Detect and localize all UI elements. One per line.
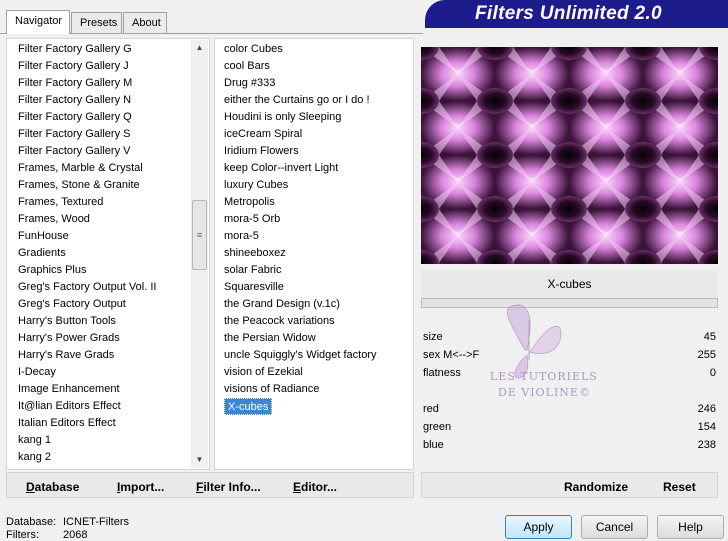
filter-item[interactable]: the Peacock variations: [224, 313, 335, 330]
filter-item[interactable]: X-cubes: [224, 398, 273, 415]
filters-count: 2068: [63, 529, 88, 541]
param-label: blue: [423, 439, 444, 451]
param-label: green: [423, 421, 452, 433]
category-item[interactable]: Filter Factory Gallery N: [18, 92, 131, 109]
category-item[interactable]: Frames, Wood: [18, 211, 90, 228]
category-list-items: Filter Factory Gallery G Filter Factory G…: [18, 41, 196, 469]
filter-item[interactable]: iceCream Spiral: [224, 126, 302, 143]
scroll-thumb[interactable]: ≡: [192, 200, 207, 270]
filter-item[interactable]: color Cubes: [224, 41, 283, 58]
param-value[interactable]: 255: [656, 347, 716, 363]
category-item[interactable]: Filter Factory Gallery M: [18, 75, 132, 92]
param-label: flatness: [423, 367, 461, 379]
filter-item[interactable]: shineeboxez: [224, 245, 286, 262]
param-value[interactable]: 0: [656, 365, 716, 381]
tab-presets[interactable]: Presets: [71, 12, 122, 33]
filter-item[interactable]: visions of Radiance: [224, 381, 319, 398]
watermark-line-1: LES TUTORIELS: [490, 370, 598, 383]
filter-item[interactable]: the Persian Widow: [224, 330, 316, 347]
filter-item[interactable]: keep Color--invert Light: [224, 160, 338, 177]
randomize-button[interactable]: Randomize: [564, 480, 628, 494]
filter-info-button[interactable]: Filter Info...: [196, 480, 261, 494]
param-value[interactable]: 154: [656, 419, 716, 435]
database-label: Database:: [6, 516, 57, 528]
category-item[interactable]: Greg's Factory Output Vol. II: [18, 279, 156, 296]
filter-item[interactable]: solar Fabric: [224, 262, 281, 279]
category-item[interactable]: kang 1: [18, 432, 51, 449]
category-scrollbar[interactable]: ▲ ≡ ▼: [191, 40, 208, 468]
filter-list-items: color Cubes cool Bars Drug #333 either the …: [224, 41, 412, 469]
filter-item[interactable]: cool Bars: [224, 58, 270, 75]
filter-item[interactable]: Metropolis: [224, 194, 275, 211]
category-item[interactable]: kang 2: [18, 449, 51, 466]
database-value: ICNET-Filters: [63, 516, 129, 528]
filter-preview-image: [421, 47, 718, 264]
category-item[interactable]: Filter Factory Gallery J: [18, 58, 129, 75]
category-item[interactable]: Filter Factory Gallery S: [18, 126, 130, 143]
category-item[interactable]: FunHouse: [18, 228, 69, 245]
filter-item[interactable]: vision of Ezekial: [224, 364, 303, 381]
category-item[interactable]: Frames, Textured: [18, 194, 103, 211]
reset-button[interactable]: Reset: [663, 480, 696, 494]
filter-item[interactable]: Squaresville: [224, 279, 284, 296]
category-item[interactable]: Frames, Stone & Granite: [18, 177, 140, 194]
filter-item[interactable]: Houdini is only Sleeping: [224, 109, 341, 126]
param-label: sex M<-->F: [423, 349, 480, 361]
category-item[interactable]: Greg's Factory Output: [18, 296, 126, 313]
category-item[interactable]: Gradients: [18, 245, 66, 262]
app-title-banner: Filters Unlimited 2.0: [425, 0, 728, 28]
category-item[interactable]: Harry's Power Grads: [18, 330, 120, 347]
filter-item[interactable]: Iridium Flowers: [224, 143, 299, 160]
cancel-button[interactable]: Cancel: [581, 515, 648, 539]
filter-item[interactable]: Drug #333: [224, 75, 275, 92]
xcubes-pattern: [421, 47, 718, 264]
scroll-up-icon[interactable]: ▲: [191, 40, 208, 56]
category-item[interactable]: Graphics Plus: [18, 262, 86, 279]
category-item[interactable]: Filter Factory Gallery G: [18, 41, 132, 58]
param-label: size: [423, 331, 443, 343]
param-value[interactable]: 45: [656, 329, 716, 345]
tab-navigator[interactable]: Navigator: [6, 10, 70, 34]
category-item[interactable]: Harry's Rave Grads: [18, 347, 114, 364]
import-button[interactable]: Import...: [117, 480, 164, 494]
filter-item[interactable]: the Grand Design (v.1c): [224, 296, 340, 313]
database-button[interactable]: Database: [26, 480, 79, 494]
param-label: red: [423, 403, 439, 415]
filter-list[interactable]: color Cubes cool Bars Drug #333 either the …: [214, 38, 414, 470]
tab-about[interactable]: About: [123, 12, 167, 33]
param-value[interactable]: 246: [656, 401, 716, 417]
category-item[interactable]: It@lian Editors Effect: [18, 398, 121, 415]
help-button[interactable]: Help: [657, 515, 724, 539]
filters-label: Filters:: [6, 529, 39, 541]
filter-item[interactable]: uncle Squiggly's Widget factory: [224, 347, 377, 364]
category-item[interactable]: Filter Factory Gallery V: [18, 143, 130, 160]
category-item[interactable]: Italian Editors Effect: [18, 415, 116, 432]
category-item[interactable]: Harry's Button Tools: [18, 313, 116, 330]
apply-button[interactable]: Apply: [505, 515, 572, 539]
param-value[interactable]: 238: [656, 437, 716, 453]
watermark: LES TUTORIELS DE VIOLINE©: [480, 300, 600, 410]
scroll-down-icon[interactable]: ▼: [191, 452, 208, 468]
category-list[interactable]: Filter Factory Gallery G Filter Factory G…: [6, 38, 210, 470]
filter-item[interactable]: either the Curtains go or I do !: [224, 92, 370, 109]
filter-item[interactable]: mora-5: [224, 228, 259, 245]
selected-filter-name: X-cubes: [421, 270, 718, 298]
editor-button[interactable]: Editor...: [293, 480, 337, 494]
category-item[interactable]: Frames, Marble & Crystal: [18, 160, 143, 177]
category-item[interactable]: Filter Factory Gallery Q: [18, 109, 132, 126]
filter-item[interactable]: mora-5 Orb: [224, 211, 280, 228]
category-item[interactable]: I-Decay: [18, 364, 56, 381]
category-item[interactable]: Image Enhancement: [18, 381, 120, 398]
filter-item[interactable]: luxury Cubes: [224, 177, 288, 194]
watermark-line-2: DE VIOLINE©: [498, 386, 591, 399]
